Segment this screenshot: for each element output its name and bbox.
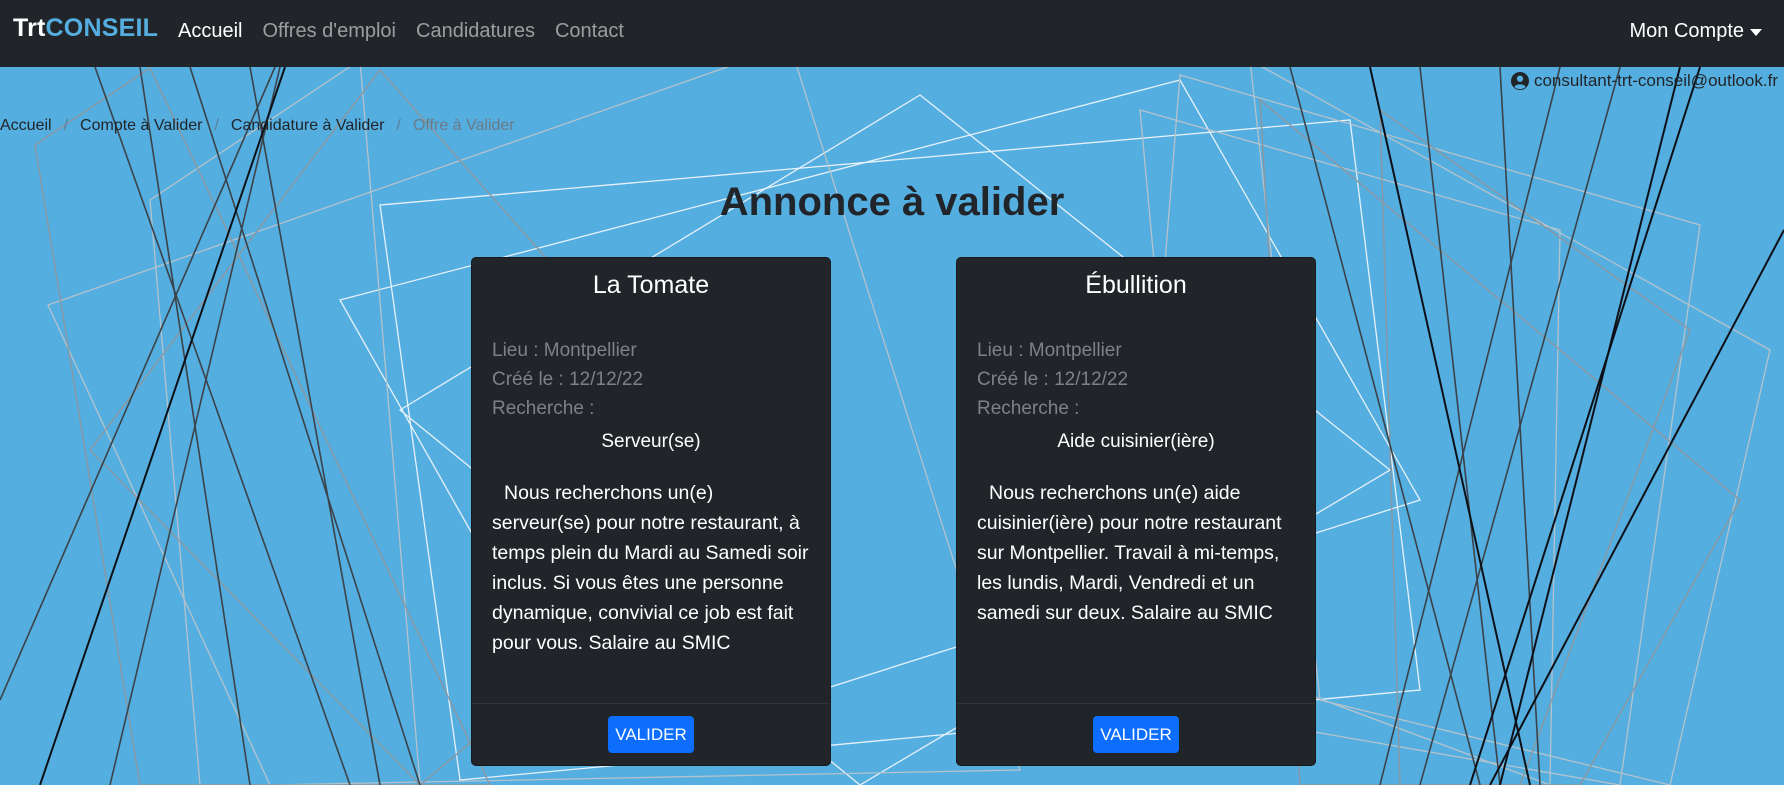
card-location: Lieu : Montpellier	[977, 340, 1122, 361]
card-footer: VALIDER	[957, 703, 1315, 765]
nav-link-candidatures[interactable]: Candidatures	[416, 20, 535, 43]
card-meta: Lieu : Montpellier Créé le : 12/12/22 Re…	[977, 336, 1128, 423]
page-title: Annonce à valider	[719, 180, 1065, 224]
nav-link-offres[interactable]: Offres d'emploi	[262, 20, 396, 43]
card-description: Nous recherchons un(e) serveur(se) pour …	[492, 482, 809, 654]
card-description: Nous recherchons un(e) aide cuisinier(iè…	[977, 482, 1282, 624]
account-label: Mon Compte	[1629, 20, 1745, 42]
breadcrumb: Accueil / Compte à Valider / Candidature…	[0, 117, 515, 135]
brand-part-trt: Trt	[13, 14, 46, 42]
account-dropdown[interactable]: Mon Compte	[1629, 20, 1762, 43]
card-created-date: Créé le : 12/12/22	[977, 369, 1129, 390]
card-title: Ébullition	[1085, 271, 1187, 299]
top-navbar: TrtCONSEIL Accueil Offres d'emploi Candi…	[0, 0, 1784, 67]
card-job-title: Aide cuisinier(ière)	[1057, 431, 1215, 452]
card-job-title: Serveur(se)	[601, 431, 701, 452]
nav-link-accueil[interactable]: Accueil	[178, 20, 242, 43]
card-footer: VALIDER	[472, 703, 830, 765]
card-created-date: Créé le : 12/12/22	[492, 369, 644, 390]
user-email-badge: consultant-trt-conseil@outlook.fr	[1510, 71, 1778, 91]
breadcrumb-offre-a-valider: Offre à Valider	[412, 117, 515, 134]
card-search-label: Recherche :	[977, 398, 1080, 419]
validate-button[interactable]: VALIDER	[1093, 716, 1179, 753]
breadcrumb-compte-a-valider[interactable]: Compte à Valider	[80, 117, 202, 135]
breadcrumb-accueil[interactable]: Accueil	[0, 117, 52, 135]
user-circle-icon	[1510, 72, 1529, 90]
card-location: Lieu : Montpellier	[492, 340, 637, 361]
job-offer-card: La Tomate Lieu : Montpellier Créé le : 1…	[471, 257, 831, 766]
brand-part-conseil: CONSEIL	[45, 14, 159, 42]
card-meta: Lieu : Montpellier Créé le : 12/12/22 Re…	[492, 336, 643, 423]
card-title: La Tomate	[592, 271, 710, 299]
caret-down-icon	[1750, 29, 1762, 36]
user-email: consultant-trt-conseil@outlook.fr	[1533, 71, 1778, 90]
card-search-label: Recherche :	[492, 398, 595, 419]
breadcrumb-candidature-a-valider[interactable]: Candidature à Valider	[231, 117, 385, 135]
nav-links: Accueil Offres d'emploi Candidatures Con…	[178, 20, 624, 43]
nav-link-contact[interactable]: Contact	[555, 20, 624, 43]
brand-logo[interactable]: TrtCONSEIL	[13, 14, 158, 43]
job-offer-card: Ébullition Lieu : Montpellier Créé le : …	[956, 257, 1316, 766]
validate-button[interactable]: VALIDER	[608, 716, 694, 753]
